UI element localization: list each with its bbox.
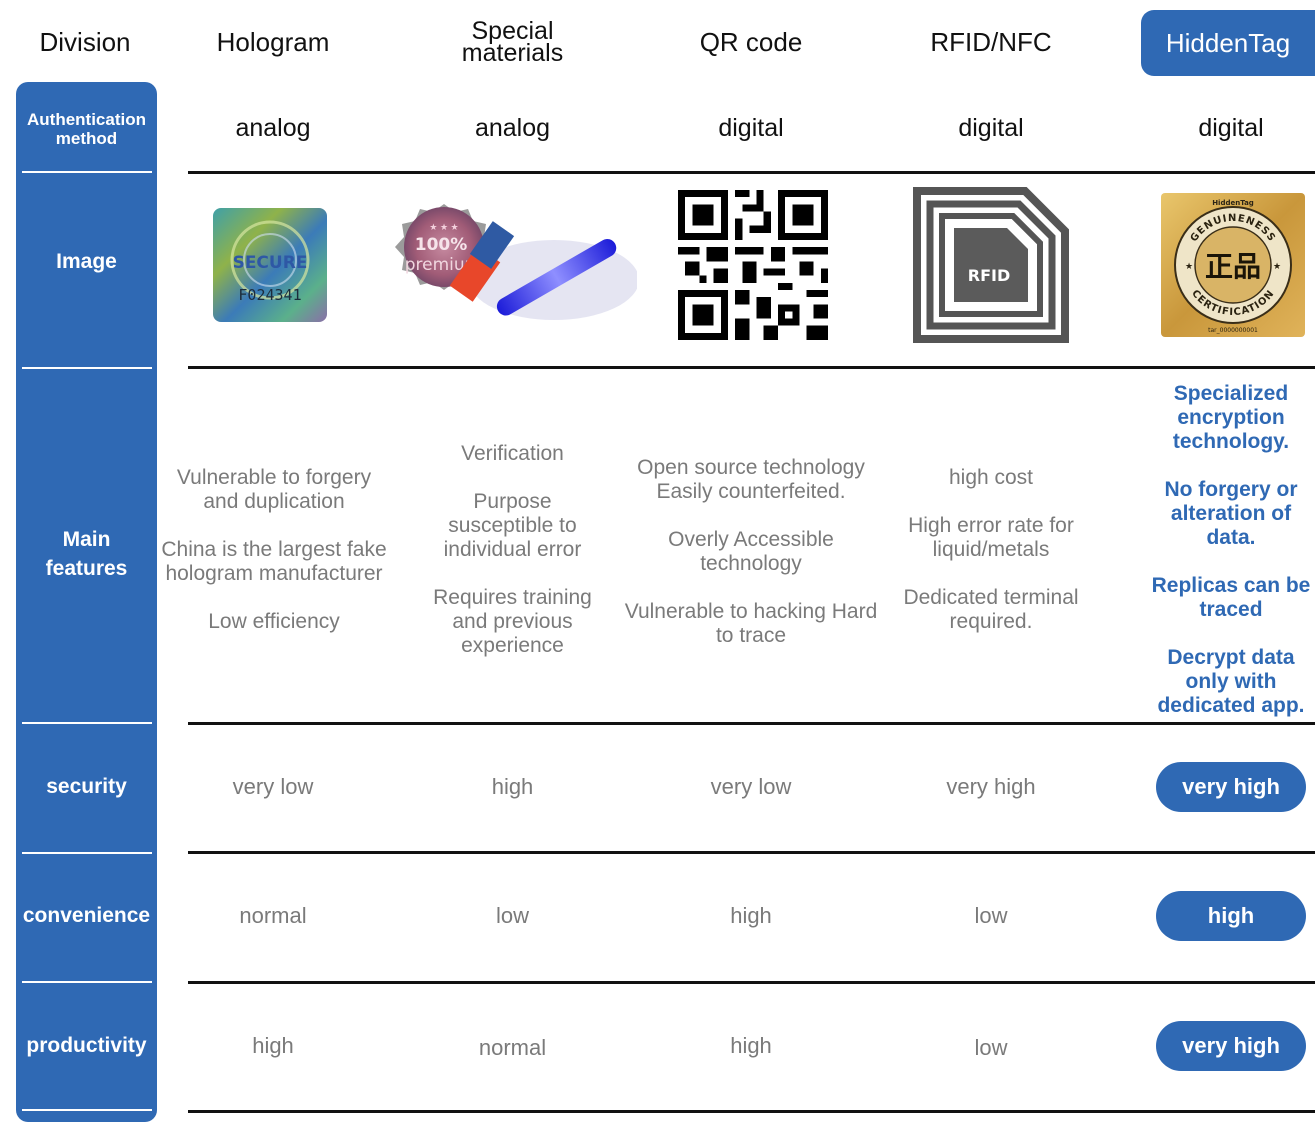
- feature-item: Specialized encryption technology.: [1172, 382, 1290, 453]
- feature-item: Dedicated terminal required.: [903, 586, 1079, 633]
- row-label-authentication-method: Authentication method: [16, 104, 157, 154]
- hologram-secure-text: SECURE: [233, 253, 308, 273]
- auth-qr: digital: [718, 113, 784, 142]
- sidebar-divider: [22, 981, 152, 983]
- main-label-line1: Main: [62, 528, 111, 551]
- row-label-security: security: [46, 775, 127, 798]
- header-division: Division: [39, 26, 131, 57]
- header-hiddentag: HiddenTag: [1141, 10, 1315, 76]
- convenience-hologram: normal: [239, 903, 307, 928]
- row-label-sidebar: [16, 82, 157, 1122]
- svg-text:★ ★ ★: ★ ★ ★: [429, 222, 458, 232]
- features-special-materials: Verification Purpose susceptible to indi…: [430, 416, 595, 684]
- productivity-hiddentag-badge: very high: [1156, 1021, 1306, 1071]
- row-separator: [188, 366, 1315, 369]
- security-qr: very low: [710, 774, 792, 799]
- hologram-image: SECURE F024341: [200, 182, 340, 347]
- convenience-rfid: low: [974, 903, 1008, 928]
- rfid-label-text: RFID: [968, 266, 1010, 285]
- security-hiddentag-badge: very high: [1156, 762, 1306, 812]
- security-rfid: very high: [946, 774, 1036, 799]
- row-separator: [188, 981, 1315, 984]
- feature-item: Decrypt data only with dedicated app.: [1157, 646, 1305, 717]
- auth-label-line1: Authentication: [27, 110, 146, 129]
- row-separator: [188, 1110, 1315, 1113]
- features-hologram: Vulnerable to forgery and duplication Ch…: [160, 452, 388, 648]
- convenience-hiddentag-badge: high: [1156, 891, 1306, 941]
- features-qr-code: Open source technology Easily counterfei…: [615, 444, 887, 660]
- feature-item: Vulnerable to forgery and duplication: [176, 466, 372, 513]
- header-hologram: Hologram: [216, 26, 330, 57]
- auth-rfid: digital: [958, 113, 1024, 142]
- row-label-productivity: productivity: [26, 1034, 147, 1057]
- header-qr-code: QR code: [699, 26, 803, 57]
- special-100-text: 100%: [415, 235, 468, 255]
- row-label-convenience: convenience: [22, 904, 151, 927]
- main-label-line2: features: [45, 557, 128, 580]
- row-separator: [188, 851, 1315, 854]
- auth-special: analog: [474, 113, 551, 142]
- feature-item: Replicas can be traced: [1151, 574, 1311, 621]
- feature-item: China is the largest fake hologram manuf…: [161, 538, 387, 585]
- hiddentag-brand-text: HiddenTag: [1212, 199, 1254, 207]
- row-separator: [188, 722, 1315, 725]
- row-separator: [188, 171, 1315, 174]
- productivity-special: normal: [478, 1035, 547, 1060]
- feature-item: High error rate for liquid/metals: [908, 514, 1074, 561]
- row-label-image: Image: [56, 250, 117, 273]
- header-rfid-nfc: RFID/NFC: [930, 26, 1052, 57]
- feature-item: No forgery or alteration of data.: [1164, 478, 1298, 549]
- sidebar-divider: [22, 722, 152, 724]
- header-special-materials: Special materials: [420, 14, 605, 70]
- feature-item: Open source technology Easily counterfei…: [637, 456, 865, 503]
- auth-hiddentag: digital: [1198, 113, 1264, 142]
- sidebar-divider: [22, 171, 152, 173]
- security-hologram: very low: [232, 774, 314, 799]
- productivity-rfid: low: [974, 1035, 1008, 1060]
- productivity-hologram: high: [252, 1033, 294, 1058]
- hiddentag-center-text: 正品: [1205, 250, 1261, 283]
- convenience-qr: high: [730, 903, 772, 928]
- feature-item: Purpose susceptible to individual error: [443, 490, 582, 561]
- feature-item: high cost: [948, 466, 1034, 489]
- special-materials-image: ★ ★ ★ 100% premium: [378, 182, 638, 347]
- hiddentag-image: HiddenTag GENUINENESS CERTIFICATION 正品 ★…: [1158, 182, 1308, 347]
- features-rfid: high cost High error rate for liquid/met…: [885, 466, 1097, 634]
- hologram-serial-text: F024341: [238, 286, 301, 304]
- productivity-qr: high: [730, 1033, 772, 1058]
- feature-item: Overly Accessible technology: [668, 528, 834, 575]
- sidebar-divider: [22, 852, 152, 854]
- sidebar-divider: [22, 367, 152, 369]
- security-special: high: [491, 774, 534, 799]
- feature-item: Vulnerable to hacking Hard to trace: [624, 600, 878, 647]
- feature-item: Low efficiency: [208, 610, 340, 633]
- hiddentag-serial-text: tar_0000000001: [1208, 327, 1258, 334]
- features-hiddentag: Specialized encryption technology. No fo…: [1146, 382, 1315, 718]
- feature-item: Requires training and previous experienc…: [433, 586, 592, 657]
- sidebar-divider: [22, 1109, 152, 1111]
- header-special-line2: materials: [461, 39, 564, 67]
- svg-text:★: ★: [1185, 261, 1193, 271]
- rfid-image: RFID: [905, 182, 1077, 347]
- qr-code-image: [670, 182, 835, 347]
- row-label-main-features: Main features: [16, 525, 157, 583]
- svg-text:★: ★: [1273, 261, 1281, 271]
- auth-hologram: analog: [235, 113, 311, 142]
- convenience-special: low: [495, 903, 529, 928]
- feature-item: Verification: [461, 442, 564, 465]
- auth-label-line2: method: [55, 129, 118, 148]
